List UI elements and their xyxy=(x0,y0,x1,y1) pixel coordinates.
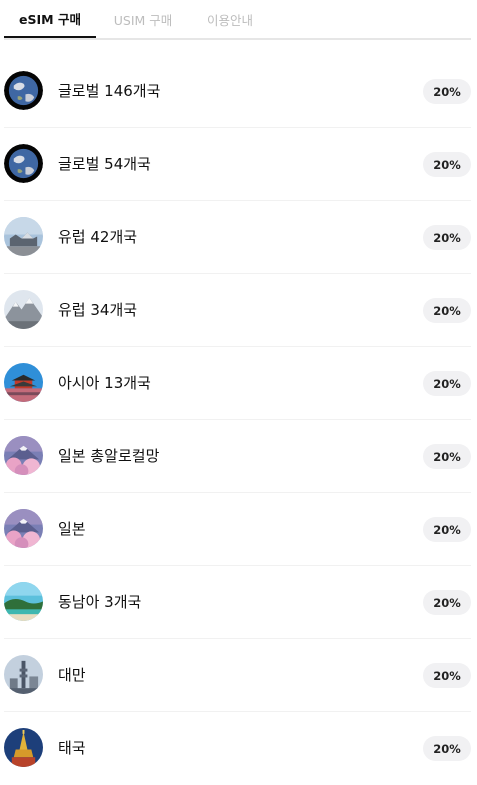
discount-badge: 20% xyxy=(423,371,471,396)
tab-guide[interactable]: 이용안내 xyxy=(190,0,270,38)
japan-mountain-icon xyxy=(4,436,43,475)
tab-usim-purchase[interactable]: USIM 구매 xyxy=(96,0,190,38)
product-row-asia-13[interactable]: 아시아 13개국 20% xyxy=(0,347,477,420)
discount-badge: 20% xyxy=(423,79,471,104)
discount-badge: 20% xyxy=(423,225,471,250)
product-row-japan-local[interactable]: 일본 총알로컬망 20% xyxy=(0,420,477,493)
taipei-skyline-icon xyxy=(4,655,43,694)
discount-badge: 20% xyxy=(423,663,471,688)
discount-badge: 20% xyxy=(423,736,471,761)
europe-landmark-icon xyxy=(4,217,43,256)
tab-esim-purchase[interactable]: eSIM 구매 xyxy=(4,0,96,38)
discount-badge: 20% xyxy=(423,590,471,615)
product-name: 일본 xyxy=(58,520,86,538)
discount-badge: 20% xyxy=(423,517,471,542)
product-name: 유럽 34개국 xyxy=(58,301,138,319)
earth-globe-icon xyxy=(4,144,43,183)
product-row-japan[interactable]: 일본 20% xyxy=(0,493,477,566)
product-name: 글로벌 54개국 xyxy=(58,155,151,173)
thai-temple-icon xyxy=(4,728,43,767)
earth-globe-icon xyxy=(4,71,43,110)
japan-mountain-icon xyxy=(4,509,43,548)
product-name: 아시아 13개국 xyxy=(58,374,151,392)
product-row-europe-34[interactable]: 유럽 34개국 20% xyxy=(0,274,477,347)
discount-badge: 20% xyxy=(423,444,471,469)
product-list: 글로벌 146개국 20% 글로벌 54개국 20% 유럽 42개국 20% 유… xyxy=(0,55,477,785)
product-name: 일본 총알로컬망 xyxy=(58,447,160,465)
product-row-global-146[interactable]: 글로벌 146개국 20% xyxy=(0,55,477,128)
product-row-europe-42[interactable]: 유럽 42개국 20% xyxy=(0,201,477,274)
discount-badge: 20% xyxy=(423,298,471,323)
product-row-southeast-asia-3[interactable]: 동남아 3개국 20% xyxy=(0,566,477,639)
product-row-thailand[interactable]: 태국 20% xyxy=(0,712,477,785)
europe-mountain-icon xyxy=(4,290,43,329)
product-row-global-54[interactable]: 글로벌 54개국 20% xyxy=(0,128,477,201)
product-name: 글로벌 146개국 xyxy=(58,82,161,100)
product-name: 대만 xyxy=(58,666,86,684)
tab-bar: eSIM 구매 USIM 구매 이용안내 xyxy=(4,0,471,40)
tropical-beach-icon xyxy=(4,582,43,621)
product-name: 태국 xyxy=(58,739,86,757)
asia-palace-icon xyxy=(4,363,43,402)
product-name: 동남아 3개국 xyxy=(58,593,142,611)
discount-badge: 20% xyxy=(423,152,471,177)
product-row-taiwan[interactable]: 대만 20% xyxy=(0,639,477,712)
product-name: 유럽 42개국 xyxy=(58,228,138,246)
